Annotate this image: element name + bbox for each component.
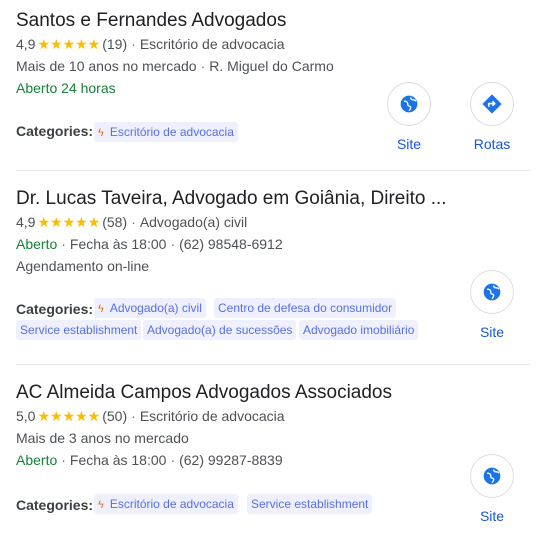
category-chip: ϟ Escritório de advocacia: [94, 494, 238, 514]
star-rating-icon: ★★★★★: [37, 36, 101, 52]
phone-number[interactable]: (62) 98548-6912: [179, 236, 283, 252]
address: R. Miguel do Carmo: [209, 58, 334, 74]
rating-value: 5,0: [16, 408, 36, 424]
site-label[interactable]: Site: [379, 136, 439, 152]
site-circle[interactable]: [387, 82, 431, 126]
open-status: Aberto: [16, 452, 58, 468]
separator: ·: [61, 236, 66, 252]
separator: ·: [170, 452, 176, 468]
years-in-business: Mais de 3 anos no mercado: [16, 430, 189, 446]
globe-icon: [483, 467, 501, 485]
category-chip: Advogado imobiliário: [299, 320, 419, 340]
review-count[interactable]: (19): [102, 36, 127, 52]
info-line: Mais de 10 anos no mercado · R. Miguel do …: [16, 58, 334, 74]
site-label[interactable]: Site: [462, 324, 522, 340]
hours-line: Aberto · Fecha às 18:00 · (62) 98548-6912: [16, 236, 283, 252]
rating-line: 4,9 ★★★★★ (58) · Advogado(a) civil: [16, 214, 247, 231]
category-chip: ϟ Escritório de advocacia: [94, 122, 238, 142]
separator: ·: [131, 408, 136, 424]
business-name[interactable]: Dr. Lucas Taveira, Advogado em Goiânia, …: [16, 188, 447, 210]
category-chip: ϟ Advogado(a) civil: [94, 298, 206, 318]
rating-value: 4,9: [16, 36, 36, 52]
years-in-business: Mais de 10 anos no mercado: [16, 58, 197, 74]
category-chip: Centro de defesa do consumidor: [214, 298, 397, 318]
chip-label: Escritório de advocacia: [109, 125, 234, 139]
site-button[interactable]: Site: [462, 270, 522, 340]
open-status: Aberto 24 horas: [16, 80, 116, 96]
category-chip: Service establishment: [16, 320, 142, 340]
globe-icon: [400, 95, 418, 113]
site-label[interactable]: Site: [462, 508, 522, 524]
bolt-icon: ϟ: [98, 127, 104, 139]
rating-line: 4,9 ★★★★★ (19) · Escritório de advocacia: [16, 36, 285, 53]
site-button[interactable]: Site: [379, 82, 439, 152]
categories-label: Categories:: [16, 301, 94, 317]
divider: [16, 170, 530, 171]
separator: ·: [61, 452, 66, 468]
separator: ·: [200, 58, 206, 74]
globe-icon: [483, 283, 501, 301]
chip-label: Advogado(a) civil: [109, 301, 202, 315]
open-status: Aberto: [16, 236, 58, 252]
booking-info: Agendamento on-line: [16, 258, 150, 274]
business-type: Escritório de advocacia: [139, 408, 285, 424]
bolt-icon: ϟ: [98, 303, 104, 315]
categories-label: Categories:: [16, 497, 94, 513]
hours-line: Aberto · Fecha às 18:00 · (62) 99287-8839: [16, 452, 283, 468]
site-circle[interactable]: [470, 270, 514, 314]
separator: ·: [131, 214, 136, 230]
directions-icon: [482, 94, 502, 114]
category-chip: Advogado(a) de sucessões: [143, 320, 297, 340]
chip-label: Escritório de advocacia: [109, 497, 234, 511]
separator: ·: [170, 236, 176, 252]
rating-line: 5,0 ★★★★★ (50) · Escritório de advocacia: [16, 408, 285, 425]
site-circle[interactable]: [470, 454, 514, 498]
review-count[interactable]: (58): [102, 214, 127, 230]
rotas-button[interactable]: Rotas: [462, 82, 522, 152]
separator: ·: [131, 36, 136, 52]
divider: [16, 364, 530, 365]
business-type: Advogado(a) civil: [139, 214, 248, 230]
phone-number[interactable]: (62) 99287-8839: [179, 452, 283, 468]
rotas-label[interactable]: Rotas: [462, 136, 522, 152]
business-type: Escritório de advocacia: [139, 36, 285, 52]
star-rating-icon: ★★★★★: [37, 408, 101, 424]
closing-time: Fecha às 18:00: [69, 452, 167, 468]
business-name[interactable]: AC Almeida Campos Advogados Associados: [16, 382, 392, 404]
rotas-circle[interactable]: [470, 82, 514, 126]
business-name[interactable]: Santos e Fernandes Advogados: [16, 10, 286, 32]
closing-time: Fecha às 18:00: [69, 236, 167, 252]
bolt-icon: ϟ: [98, 499, 104, 511]
star-rating-icon: ★★★★★: [37, 214, 101, 230]
site-button[interactable]: Site: [462, 454, 522, 524]
categories-label: Categories:: [16, 123, 94, 139]
rating-value: 4,9: [16, 214, 36, 230]
category-chip: Service establishment: [247, 494, 373, 514]
review-count[interactable]: (50): [102, 408, 127, 424]
